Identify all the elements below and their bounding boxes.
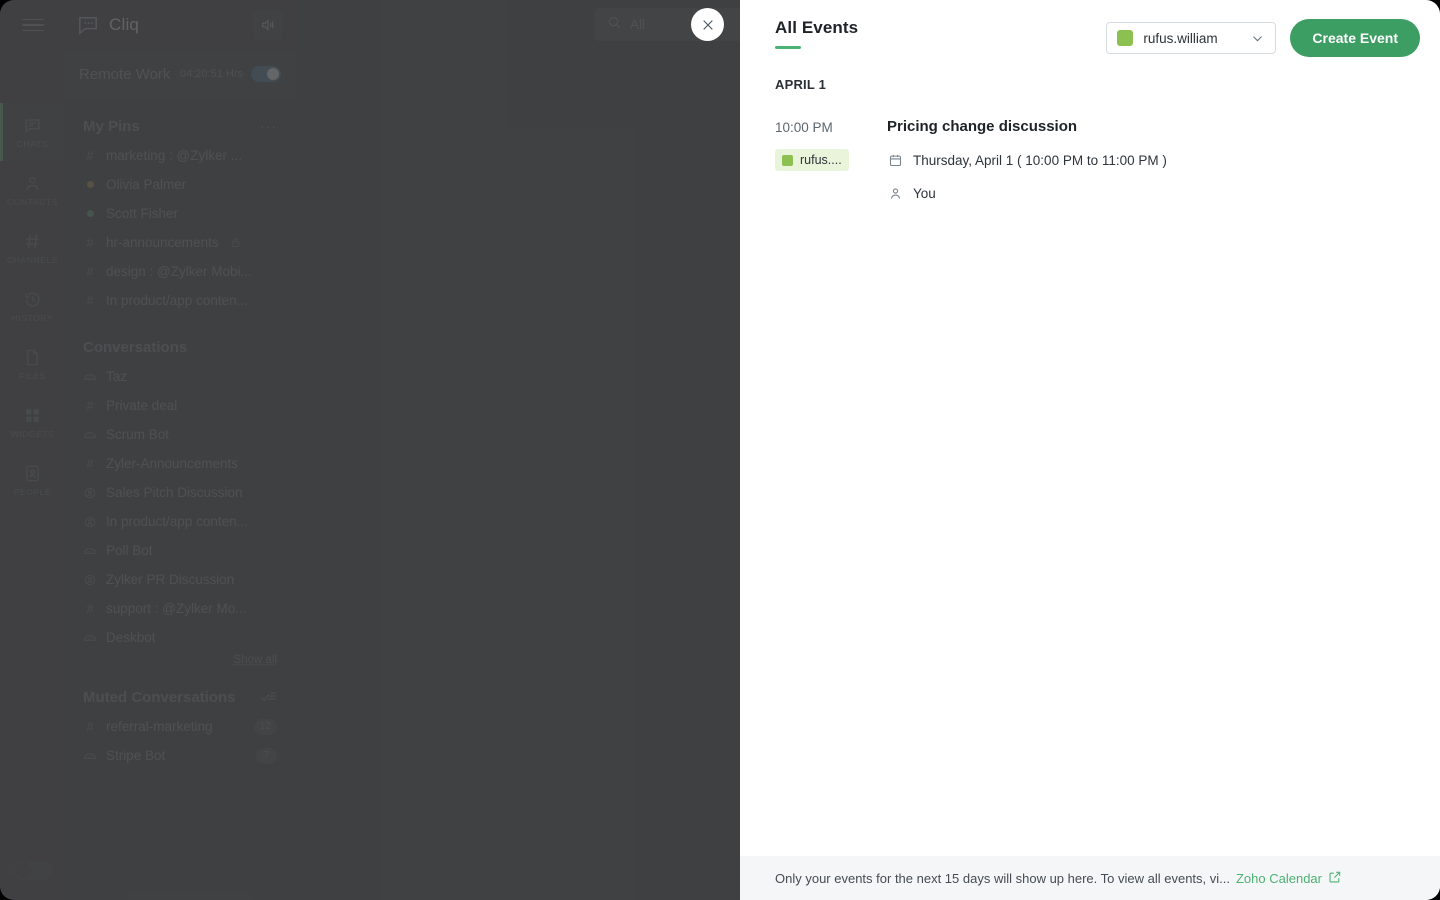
- create-event-button[interactable]: Create Event: [1290, 19, 1420, 57]
- panel-footer: Only your events for the next 15 days wi…: [740, 856, 1440, 900]
- panel-controls: rufus.william Create Event: [1106, 18, 1420, 57]
- event-calendar-chip: rufus....: [775, 149, 849, 171]
- event-time: 10:00 PM: [775, 120, 833, 135]
- event-item[interactable]: 10:00 PM rufus.... Pricing change discus…: [775, 118, 1405, 201]
- person-icon: [887, 185, 903, 201]
- panel-title-wrap: All Events: [775, 18, 1106, 49]
- event-title[interactable]: Pricing change discussion: [887, 118, 1405, 135]
- title-underline: [775, 46, 801, 49]
- calendar-color-swatch: [782, 154, 793, 166]
- event-body: Pricing change discussion Thursday, Apri…: [887, 118, 1405, 201]
- footer-note: Only your events for the next 15 days wi…: [775, 870, 1230, 886]
- page-title: All Events: [775, 18, 859, 37]
- zoho-calendar-link-label: Zoho Calendar: [1235, 870, 1322, 886]
- events-list[interactable]: 10:00 PM rufus.... Pricing change discus…: [740, 92, 1440, 856]
- close-icon[interactable]: [691, 8, 724, 41]
- app-window: CHATS CONTACTS C: [0, 0, 1440, 900]
- event-left-column: 10:00 PM rufus....: [775, 118, 887, 201]
- calendar-select[interactable]: rufus.william: [1106, 22, 1277, 54]
- all-events-panel: All Events rufus.william Create Event AP…: [740, 0, 1440, 900]
- calendar-select-value: rufus.william: [1143, 30, 1218, 46]
- event-attendee-text: You: [913, 185, 936, 201]
- calendar-icon: [887, 152, 903, 168]
- event-calendar-name: rufus....: [800, 153, 842, 167]
- panel-header: All Events rufus.william Create Event: [740, 0, 1440, 57]
- calendar-color-swatch: [1117, 30, 1134, 46]
- zoho-calendar-link[interactable]: Zoho Calendar: [1236, 870, 1342, 887]
- event-datetime-row: Thursday, April 1 ( 10:00 PM to 11:00 PM…: [887, 152, 1405, 168]
- external-link-icon: [1328, 870, 1342, 887]
- event-attendee-row: You: [887, 185, 1405, 201]
- event-datetime-text: Thursday, April 1 ( 10:00 PM to 11:00 PM…: [913, 152, 1167, 168]
- event-date-group-label: APRIL 1: [775, 77, 827, 92]
- chevron-down-icon: [1250, 31, 1265, 46]
